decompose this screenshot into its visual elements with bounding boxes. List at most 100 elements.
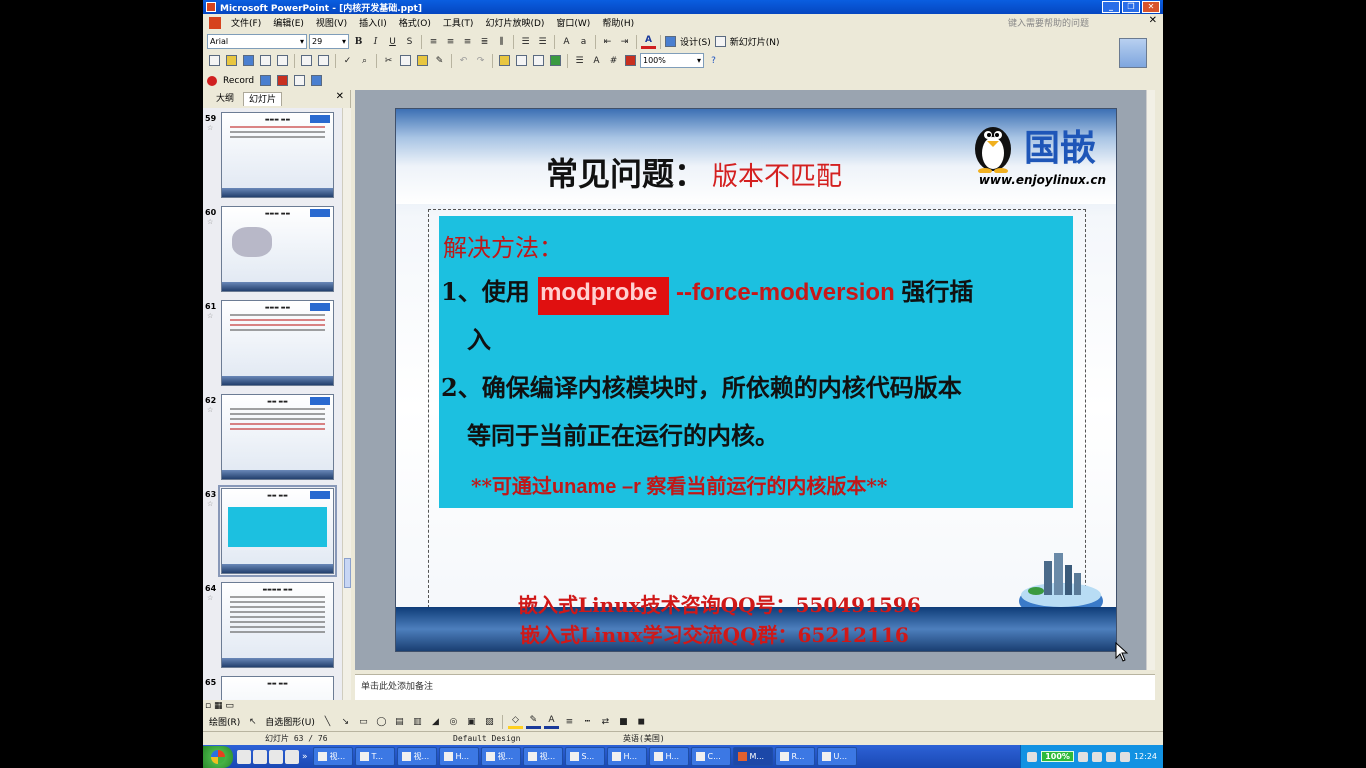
taskbar-item[interactable]: H... <box>438 747 479 766</box>
quicklaunch-icon[interactable] <box>253 749 267 764</box>
line-style-icon[interactable]: ≡ <box>562 714 577 729</box>
draw-font-color-icon[interactable]: A <box>543 714 559 729</box>
pane-close-icon[interactable]: ✕ <box>336 91 344 102</box>
expand-all-icon[interactable]: ☰ <box>572 53 587 68</box>
menu-slideshow[interactable]: 幻灯片放映(D) <box>479 16 550 29</box>
shadow-style-icon[interactable]: ■ <box>616 714 631 729</box>
bold-button[interactable]: B <box>351 34 366 49</box>
grow-font-icon[interactable]: A <box>559 34 574 49</box>
textbox-icon[interactable]: ▤ <box>392 714 407 729</box>
format-painter-icon[interactable]: ✎ <box>432 53 447 68</box>
taskbar-item[interactable]: H... <box>648 747 689 766</box>
screen-icon[interactable] <box>294 75 306 86</box>
quicklaunch-icon[interactable] <box>285 749 299 764</box>
taskbar-item[interactable]: R... <box>774 747 815 766</box>
justify-icon[interactable]: ≣ <box>477 34 492 49</box>
menu-view[interactable]: 视图(V) <box>310 16 353 29</box>
settings-icon[interactable] <box>311 75 323 86</box>
insert-table-icon[interactable] <box>516 55 527 66</box>
copy-icon[interactable] <box>400 55 411 66</box>
permission-icon[interactable] <box>260 55 271 66</box>
taskbar-item[interactable]: S... <box>564 747 605 766</box>
quicklaunch-icon[interactable] <box>237 749 251 764</box>
minimize-button[interactable]: _ <box>1102 1 1120 13</box>
document-icon[interactable] <box>209 16 221 29</box>
draw-menu[interactable]: 绘图(R) <box>207 715 242 728</box>
tab-outline[interactable]: 大纲 <box>211 92 239 106</box>
tray-icon[interactable] <box>1027 751 1038 762</box>
decrease-indent-icon[interactable]: ⇤ <box>600 34 615 49</box>
increase-indent-icon[interactable]: ⇥ <box>617 34 632 49</box>
close-button[interactable]: ✕ <box>1142 1 1160 13</box>
research-icon[interactable]: ⌕ <box>357 53 372 68</box>
italic-button[interactable]: I <box>368 34 383 49</box>
font-size-combo[interactable]: 29 <box>309 34 349 49</box>
arrow-style-icon[interactable]: ⇄ <box>598 714 613 729</box>
autoshape-menu[interactable]: 自选图形(U) <box>263 715 317 728</box>
new-slide-icon[interactable] <box>714 36 726 47</box>
design-button[interactable]: 设计(S) <box>678 35 713 48</box>
menu-window[interactable]: 窗口(W) <box>550 16 596 29</box>
rectangle-icon[interactable]: ▭ <box>356 714 371 729</box>
align-right-icon[interactable]: ≡ <box>460 34 475 49</box>
taskbar-item-active[interactable]: M... <box>732 747 773 766</box>
underline-button[interactable]: U <box>385 34 400 49</box>
cut-icon[interactable]: ✂ <box>381 53 396 68</box>
menu-edit[interactable]: 编辑(E) <box>267 16 310 29</box>
taskbar-item[interactable]: C... <box>690 747 731 766</box>
new-slide-button[interactable]: 新幻灯片(N) <box>728 35 782 48</box>
taskbar-item[interactable]: H... <box>606 747 647 766</box>
menu-file[interactable]: 文件(F) <box>225 16 267 29</box>
clock[interactable]: 12:24 <box>1134 752 1157 761</box>
record-button[interactable]: Record <box>221 76 256 86</box>
slide-title[interactable]: 常见问题： 版本不匹配 <box>546 149 842 195</box>
slide-scrollbar[interactable] <box>1146 90 1155 670</box>
content-box[interactable]: 解决方法： 1、使用 modprobe --force-modversion 强… <box>439 216 1073 508</box>
design-icon[interactable] <box>665 36 676 47</box>
oval-icon[interactable]: ◯ <box>374 714 389 729</box>
battery-percent[interactable]: 100% <box>1041 751 1074 762</box>
shrink-font-icon[interactable]: a <box>576 34 591 49</box>
bullets-icon[interactable]: ☰ <box>535 34 550 49</box>
shadow-button[interactable]: S <box>402 34 417 49</box>
restore-button[interactable]: ❐ <box>1122 1 1140 13</box>
taskbar-item[interactable]: U... <box>816 747 857 766</box>
font-color-icon[interactable]: A <box>641 34 656 49</box>
email-icon[interactable] <box>277 55 288 66</box>
line-icon[interactable]: ╲ <box>320 714 335 729</box>
menu-help[interactable]: 帮助(H) <box>596 16 640 29</box>
volume-icon[interactable] <box>1105 751 1116 762</box>
slide-canvas[interactable]: 常见问题： 版本不匹配 国嵌 www.enjoylinux.cn 解决方法： 1… <box>395 108 1117 652</box>
diagram-icon[interactable]: ◎ <box>446 714 461 729</box>
notes-input[interactable]: 单击此处添加备注 <box>355 674 1155 700</box>
record-icon[interactable] <box>207 75 217 86</box>
fill-color-icon[interactable]: ◇ <box>507 714 523 729</box>
dash-style-icon[interactable]: ┅ <box>580 714 595 729</box>
taskbar-item[interactable]: 视... <box>522 747 563 766</box>
menu-tools[interactable]: 工具(T) <box>437 16 480 29</box>
print-preview-icon[interactable] <box>318 55 329 66</box>
help-icon[interactable]: ? <box>706 53 721 68</box>
network-icon[interactable] <box>1119 751 1130 762</box>
zoom-combo[interactable]: 100% <box>640 53 704 68</box>
line-color-icon[interactable]: ✎ <box>525 714 541 729</box>
taskbar-item[interactable]: 视... <box>312 747 353 766</box>
chevron-right-icon[interactable]: » <box>302 752 308 762</box>
3d-style-icon[interactable]: ◼ <box>634 714 649 729</box>
open-icon[interactable] <box>226 55 237 66</box>
tray-icon[interactable] <box>1091 751 1102 762</box>
help-search-input[interactable]: 键入需要帮助的问题 <box>1008 15 1138 29</box>
undo-icon[interactable]: ↶ <box>456 53 471 68</box>
start-button[interactable] <box>203 745 233 768</box>
redo-icon[interactable]: ↷ <box>473 53 488 68</box>
taskbar-item[interactable]: 视... <box>396 747 437 766</box>
mic-icon[interactable] <box>260 75 272 86</box>
save-icon[interactable] <box>243 55 254 66</box>
tab-slides[interactable]: 幻灯片 <box>243 92 283 106</box>
taskbar-item[interactable]: T... <box>354 747 395 766</box>
select-pointer-icon[interactable]: ↖ <box>245 714 260 729</box>
align-left-icon[interactable]: ≡ <box>426 34 441 49</box>
menu-insert[interactable]: 插入(I) <box>353 16 393 29</box>
slideshow-view-icon[interactable]: ▭ <box>225 701 234 711</box>
arrow-icon[interactable]: ↘ <box>338 714 353 729</box>
